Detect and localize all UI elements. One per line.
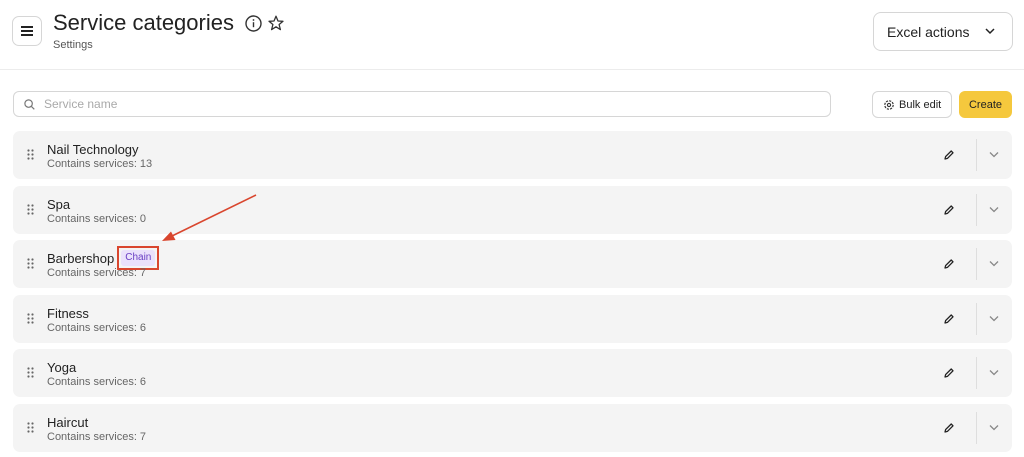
category-name: Nail Technology	[47, 141, 139, 157]
pencil-icon[interactable]	[943, 422, 955, 434]
search-icon	[24, 99, 35, 110]
search-field[interactable]	[13, 91, 831, 117]
bulk-edit-label: Bulk edit	[899, 98, 942, 111]
bulk-edit-button[interactable]: Bulk edit	[872, 91, 952, 118]
drag-handle-icon[interactable]	[27, 149, 34, 160]
category-name-line: Spa	[47, 195, 70, 213]
category-name: Fitness	[47, 305, 89, 321]
create-button[interactable]: Create	[959, 91, 1012, 118]
pencil-icon[interactable]	[943, 313, 955, 325]
chevron-down-icon[interactable]	[989, 424, 999, 431]
row-divider	[976, 303, 977, 335]
category-count: Contains services: 7	[47, 431, 147, 443]
category-name: Spa	[47, 196, 71, 212]
search-input[interactable]	[44, 95, 814, 113]
category-name: Yoga	[47, 359, 77, 375]
chevron-down-icon[interactable]	[989, 151, 999, 158]
drag-handle-icon[interactable]	[27, 204, 34, 215]
drag-handle-icon[interactable]	[27, 313, 34, 324]
drag-handle-icon[interactable]	[27, 367, 34, 378]
drag-handle-icon[interactable]	[27, 422, 34, 433]
drag-handle-icon[interactable]	[27, 258, 34, 269]
list-item[interactable]: Fitness Contains services: 6	[13, 295, 1012, 343]
create-label: Create	[968, 98, 1003, 111]
category-count: Contains services: 6	[47, 322, 147, 334]
menu-button[interactable]	[12, 16, 42, 46]
row-divider	[976, 139, 977, 171]
category-name-line: Nail Technology	[47, 140, 139, 158]
list-item[interactable]: Barbershop Chain Contains services: 7	[13, 240, 1012, 288]
star-icon[interactable]	[268, 15, 284, 31]
row-divider	[976, 357, 977, 389]
page-title: Service categories	[53, 10, 234, 35]
list-item[interactable]: Haircut Contains services: 7	[13, 404, 1012, 452]
chevron-down-icon[interactable]	[989, 260, 999, 267]
row-divider	[976, 194, 977, 226]
list-item[interactable]: Nail Technology Contains services: 13	[13, 131, 1012, 179]
chevron-down-icon	[985, 28, 995, 35]
chevron-down-icon[interactable]	[989, 315, 999, 322]
list-item[interactable]: Spa Contains services: 0	[13, 186, 1012, 234]
chevron-down-icon[interactable]	[989, 369, 999, 376]
excel-actions-label: Excel actions	[887, 23, 970, 40]
excel-actions-button[interactable]: Excel actions	[873, 12, 1013, 51]
pencil-icon[interactable]	[943, 258, 955, 270]
category-name-line: Yoga	[47, 358, 76, 376]
chain-badge: Chain	[121, 250, 156, 266]
menu-icon	[21, 26, 33, 36]
category-count: Contains services: 13	[47, 158, 153, 170]
list-item[interactable]: Yoga Contains services: 6	[13, 349, 1012, 397]
category-count: Contains services: 7	[47, 267, 147, 279]
pencil-icon[interactable]	[943, 149, 955, 161]
breadcrumb: Settings	[53, 39, 93, 51]
category-name: Haircut	[47, 414, 89, 430]
pencil-icon[interactable]	[943, 204, 955, 216]
chevron-down-icon[interactable]	[989, 206, 999, 213]
category-name-line: Haircut	[47, 413, 88, 431]
info-icon[interactable]	[245, 15, 262, 32]
pencil-icon[interactable]	[943, 367, 955, 379]
category-count: Contains services: 0	[47, 213, 147, 225]
category-name-line: Barbershop Chain	[47, 246, 160, 270]
category-name: Barbershop	[47, 250, 115, 266]
page-header: Service categories Settings Excel action…	[0, 0, 1024, 70]
row-divider	[976, 248, 977, 280]
row-divider	[976, 412, 977, 444]
category-name-line: Fitness	[47, 304, 89, 322]
category-count: Contains services: 6	[47, 376, 147, 388]
gear-icon	[884, 100, 894, 110]
